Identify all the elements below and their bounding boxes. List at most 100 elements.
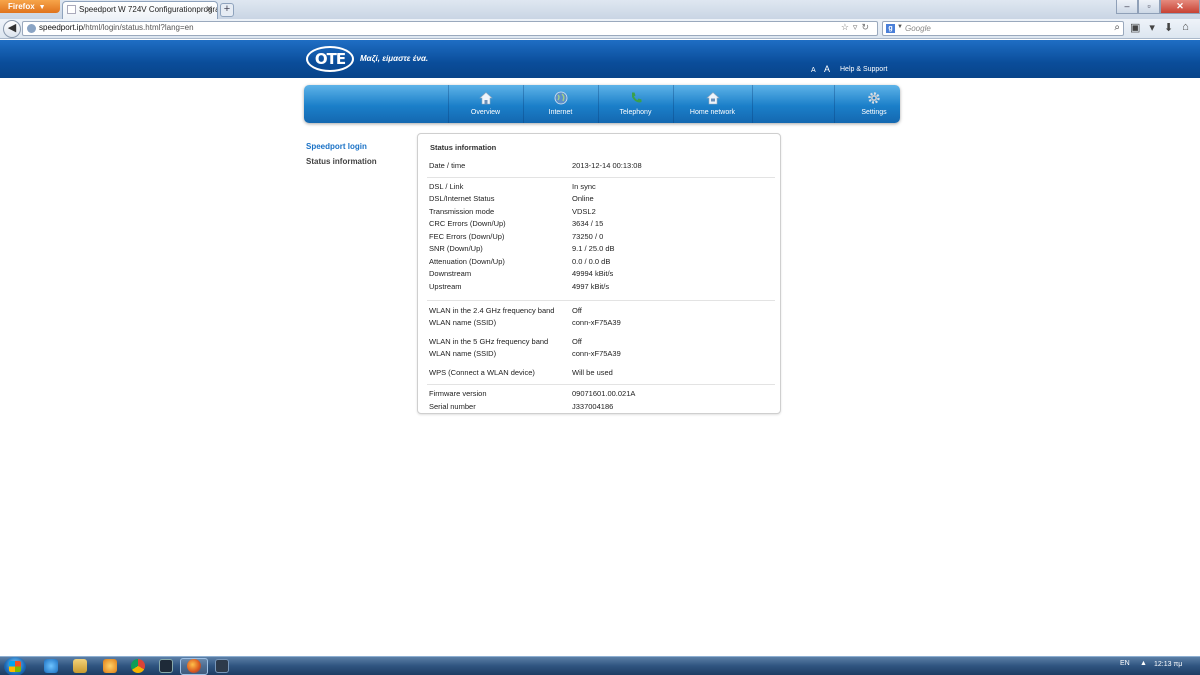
internet-explorer-icon[interactable] [44,659,58,673]
file-explorer-icon[interactable] [73,659,87,673]
back-button[interactable]: ◀ [3,20,21,38]
close-window-button[interactable]: ✕ [1160,0,1200,14]
url-path: /html/login/status.html?lang=en [83,23,194,32]
menu-item-overview[interactable]: Overview [448,85,523,123]
status-label: SNR (Down/Up) [429,244,483,253]
url-host: speedport.ip [39,23,84,32]
tray-expand-icon[interactable]: ▲ [1140,660,1147,667]
bookmarks-dropdown-icon[interactable]: ▾ [1149,21,1155,34]
app-icon[interactable] [159,659,173,673]
firefox-icon[interactable] [187,659,201,673]
tab-title: Speedport W 724V Configurationprogram [79,5,218,14]
status-label: Transmission mode [429,207,495,216]
page-favicon-icon [67,5,76,14]
status-label: WLAN in the 5 GHz frequency band [429,337,549,346]
home-icon[interactable]: ⌂ [1182,21,1189,34]
status-label: Firmware version [429,389,487,398]
status-value: In sync [572,182,596,191]
status-value: J337004186 [572,402,614,411]
globe-icon [554,91,567,105]
status-value: Online [572,194,594,203]
address-bar[interactable]: speedport.ip/html/login/status.html?lang… [22,21,878,36]
windows-logo-icon [9,661,21,672]
help-support-link[interactable]: Help & Support [840,66,887,73]
chevron-down-icon: ▼ [38,4,46,11]
bookmark-star-icon[interactable]: ☆ [841,22,853,32]
menu-item-settings[interactable]: Settings [834,85,914,123]
status-value: 3634 / 15 [572,219,604,228]
home-icon [478,92,493,105]
menu-divider [752,85,753,123]
menu-item-home-network[interactable]: Home network [673,85,752,123]
site-identity-icon[interactable] [27,24,36,33]
search-engine-dropdown-icon[interactable]: ▼ [897,24,903,30]
section-divider [427,177,775,178]
status-value: Will be used [572,368,613,377]
font-size-large-button[interactable]: A [824,64,830,74]
new-tab-button[interactable]: + [220,3,234,17]
reload-icon[interactable]: ↻ [861,22,873,32]
clock[interactable]: 12:13 πμ [1154,661,1182,668]
sidebar-item-speedport-login[interactable]: Speedport login [306,142,367,151]
minimize-button[interactable]: – [1116,0,1138,14]
site-header: OTE Μαζί, είμαστε ένα. A A Help & Suppor… [0,40,1200,78]
google-icon[interactable]: g [886,24,895,33]
status-label: FEC Errors (Down/Up) [429,232,505,241]
app-icon[interactable] [215,659,229,673]
address-bar-actions: ☆▿↻ [841,22,873,33]
ote-logo[interactable]: OTE [306,46,354,72]
menu-item-label: Settings [861,109,887,116]
close-tab-icon[interactable]: ✕ [205,4,213,15]
firefox-menu-label: Firefox [8,2,35,11]
downloads-icon[interactable]: ⬇ [1164,21,1173,34]
status-value: Off [572,337,582,346]
status-value: 09071601.00.021A [572,389,636,398]
menu-item-label: Home network [689,109,736,116]
browser-navbar: ◀ speedport.ip/html/login/status.html?la… [0,19,1200,39]
status-value: 4997 kBit/s [572,282,610,291]
search-bar[interactable]: g ▼ Google ⌕ [882,21,1124,36]
status-label: Date / time [429,161,466,170]
sidebar-item-status-information[interactable]: Status information [306,157,377,166]
gear-icon [868,92,880,104]
slogan: Μαζί, είμαστε ένα. [360,54,429,63]
browser-titlebar: Firefox ▼ Speedport W 724V Configurationp… [0,0,1200,19]
media-player-icon[interactable] [103,659,117,673]
browser-tab[interactable]: Speedport W 724V Configurationprogram ✕ [62,1,218,19]
status-label: DSL / Link [429,182,464,191]
language-indicator[interactable]: EN [1120,660,1130,667]
firefox-menu-button[interactable]: Firefox ▼ [0,0,60,13]
status-value: 0.0 / 0.0 dB [572,257,611,266]
menu-item-telephony[interactable]: Telephony [598,85,673,123]
home-network-icon [705,92,720,105]
status-value: 73250 / 0 [572,232,604,241]
window-controls: – ▫ ✕ [1116,0,1200,14]
section-divider [427,384,775,385]
status-value: 49994 kBit/s [572,269,614,278]
status-label: Downstream [429,269,472,278]
search-icon[interactable]: ⌕ [1114,22,1120,33]
status-label: CRC Errors (Down/Up) [429,219,506,228]
main-menu: Overview Internet Telephony Home network… [304,85,900,123]
address-text: speedport.ip/html/login/status.html?lang… [39,23,194,32]
menu-item-label: Internet [548,109,573,116]
status-label: Serial number [429,402,476,411]
start-button[interactable] [4,657,26,675]
status-value: 9.1 / 25.0 dB [572,244,615,253]
maximize-button[interactable]: ▫ [1138,0,1160,14]
font-size-small-button[interactable]: A [811,67,816,74]
status-value: 2013-12-14 00:13:08 [572,161,642,170]
status-panel: Status information Date / time 2013-12-14… [417,133,781,414]
status-label: Upstream [429,282,462,291]
logo-text: OTE [314,50,346,68]
status-label: Attenuation (Down/Up) [429,257,505,266]
phone-icon [631,92,641,103]
taskbar: EN ▲ 12:13 πμ [0,656,1200,675]
menu-item-label: Overview [470,109,501,116]
chrome-icon[interactable] [131,659,145,673]
status-label: WPS (Connect a WLAN device) [429,368,535,377]
status-label: WLAN name (SSID) [429,318,497,327]
bookmarks-menu-icon[interactable]: ▣ [1130,21,1140,34]
menu-item-internet[interactable]: Internet [523,85,598,123]
menu-item-label: Telephony [619,109,652,116]
